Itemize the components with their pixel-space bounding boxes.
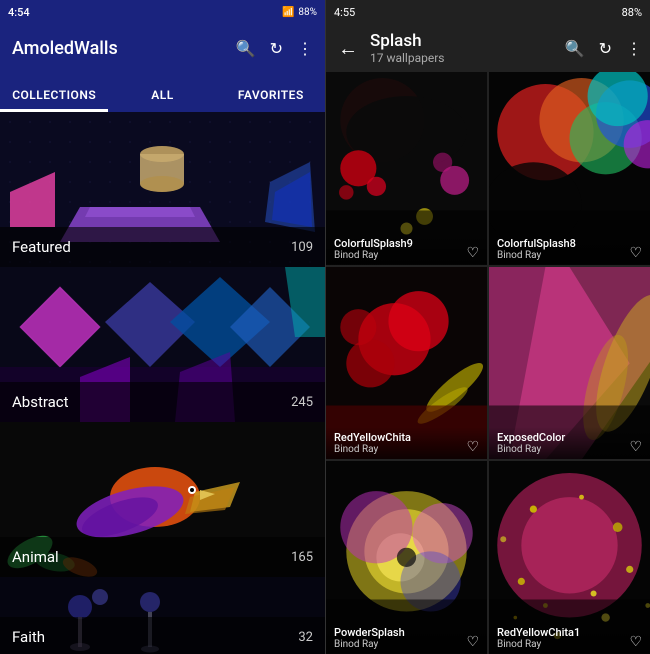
- right-app-bar: ← Splash 17 wallpapers 🔍 ↻ ⋮: [326, 24, 650, 72]
- wall-author-5: Binod Ray: [497, 639, 580, 650]
- collection-abstract[interactable]: Abstract 245: [0, 267, 325, 422]
- wall-name-0: ColorfulSplash9: [334, 237, 413, 250]
- right-app-icons: 🔍 ↻ ⋮: [565, 39, 642, 58]
- right-time: 4:55: [334, 6, 355, 19]
- wall-info-5: RedYellowChita1 Binod Ray ♡: [489, 622, 650, 654]
- wall-author-4: Binod Ray: [334, 639, 405, 650]
- back-button[interactable]: ←: [334, 32, 362, 65]
- heart-icon-1[interactable]: ♡: [629, 245, 642, 261]
- faith-name: Faith: [12, 628, 45, 646]
- right-battery: 88%: [622, 6, 642, 19]
- collection-animal[interactable]: Animal 165: [0, 422, 325, 577]
- wall-name-4: PowderSplash: [334, 626, 405, 639]
- abstract-name: Abstract: [12, 393, 69, 411]
- signal-icon: 📶: [282, 7, 294, 18]
- wallpapers-grid: ColorfulSplash9 Binod Ray ♡: [326, 72, 650, 654]
- right-title-block: Splash 17 wallpapers: [370, 31, 557, 65]
- collection-featured[interactable]: Featured 109: [0, 112, 325, 267]
- right-more-icon[interactable]: ⋮: [626, 39, 642, 58]
- featured-label: Featured 109: [0, 227, 325, 267]
- left-status-bar: 4:54 📶 88%: [0, 0, 325, 24]
- right-status-bar: 4:55 88%: [326, 0, 650, 24]
- tab-bar: COLLECTIONS ALL FAVORITES: [0, 72, 325, 112]
- wall-item-1[interactable]: ColorfulSplash8 Binod Ray ♡: [489, 72, 650, 265]
- featured-count: 109: [291, 240, 313, 255]
- left-time: 4:54: [8, 6, 30, 19]
- left-app-bar: AmoledWalls 🔍 ↻ ⋮: [0, 24, 325, 72]
- animal-label: Animal 165: [0, 537, 325, 577]
- wall-info-0: ColorfulSplash9 Binod Ray ♡: [326, 233, 487, 265]
- wall-item-5[interactable]: RedYellowChita1 Binod Ray ♡: [489, 461, 650, 654]
- animal-count: 165: [291, 550, 313, 565]
- left-battery: 📶 88%: [282, 7, 317, 18]
- faith-label: Faith 32: [0, 617, 325, 654]
- wall-item-2[interactable]: RedYellowChita Binod Ray ♡: [326, 267, 487, 460]
- heart-icon-3[interactable]: ♡: [629, 439, 642, 455]
- wall-name-1: ColorfulSplash8: [497, 237, 576, 250]
- collections-list: Featured 109: [0, 112, 325, 654]
- app-bar-icons: 🔍 ↻ ⋮: [236, 39, 313, 58]
- splash-subtitle: 17 wallpapers: [370, 51, 557, 65]
- right-search-icon[interactable]: 🔍: [565, 39, 585, 58]
- heart-icon-4[interactable]: ♡: [466, 634, 479, 650]
- wall-item-0[interactable]: ColorfulSplash9 Binod Ray ♡: [326, 72, 487, 265]
- wall-author-3: Binod Ray: [497, 444, 565, 455]
- wall-info-4: PowderSplash Binod Ray ♡: [326, 622, 487, 654]
- wall-name-2: RedYellowChita: [334, 431, 411, 444]
- featured-name: Featured: [12, 238, 71, 256]
- search-icon[interactable]: 🔍: [236, 39, 256, 58]
- wall-item-3[interactable]: ExposedColor Binod Ray ♡: [489, 267, 650, 460]
- wall-item-4[interactable]: PowderSplash Binod Ray ♡: [326, 461, 487, 654]
- tab-favorites[interactable]: FAVORITES: [217, 88, 325, 112]
- wall-name-3: ExposedColor: [497, 431, 565, 444]
- right-panel: 4:55 88% ← Splash 17 wallpapers 🔍 ↻ ⋮: [325, 0, 650, 654]
- faith-count: 32: [298, 630, 313, 645]
- wall-info-2: RedYellowChita Binod Ray ♡: [326, 427, 487, 459]
- app-title: AmoledWalls: [12, 38, 118, 59]
- wall-author-0: Binod Ray: [334, 250, 413, 261]
- heart-icon-0[interactable]: ♡: [466, 245, 479, 261]
- wall-name-5: RedYellowChita1: [497, 626, 580, 639]
- left-panel: 4:54 📶 88% AmoledWalls 🔍 ↻ ⋮ COLLECTIONS…: [0, 0, 325, 654]
- wall-author-2: Binod Ray: [334, 444, 411, 455]
- animal-name: Animal: [12, 548, 59, 566]
- refresh-icon[interactable]: ↻: [270, 39, 283, 58]
- abstract-count: 245: [291, 395, 313, 410]
- heart-icon-2[interactable]: ♡: [466, 439, 479, 455]
- collection-faith[interactable]: Faith 32: [0, 577, 325, 654]
- splash-title: Splash: [370, 31, 557, 51]
- wall-info-1: ColorfulSplash8 Binod Ray ♡: [489, 233, 650, 265]
- tab-collections[interactable]: COLLECTIONS: [0, 88, 108, 112]
- abstract-label: Abstract 245: [0, 382, 325, 422]
- more-icon[interactable]: ⋮: [297, 39, 313, 58]
- wall-author-1: Binod Ray: [497, 250, 576, 261]
- heart-icon-5[interactable]: ♡: [629, 634, 642, 650]
- right-refresh-icon[interactable]: ↻: [599, 39, 612, 58]
- tab-all[interactable]: ALL: [108, 88, 216, 112]
- wall-info-3: ExposedColor Binod Ray ♡: [489, 427, 650, 459]
